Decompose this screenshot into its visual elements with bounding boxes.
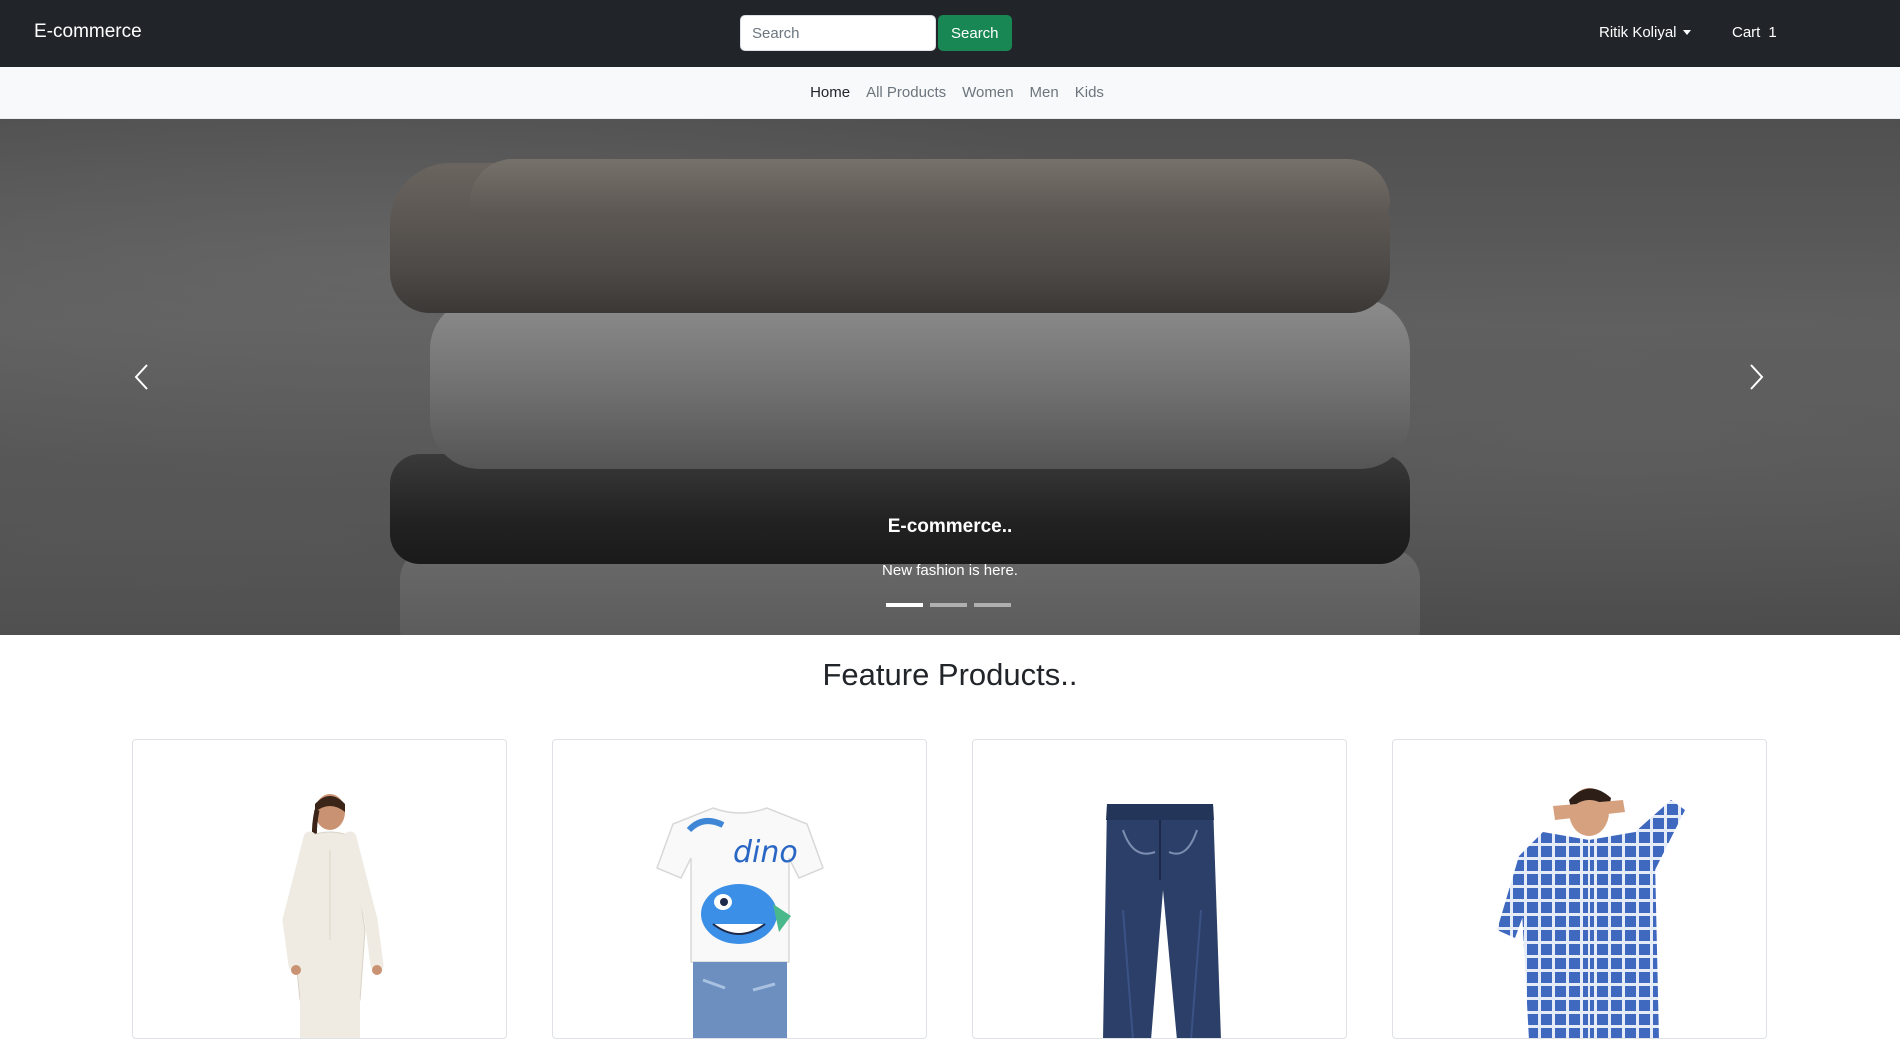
cart-label: Cart (1732, 24, 1761, 41)
cart-count: 1 (1768, 24, 1777, 41)
carousel-indicator-3[interactable] (974, 603, 1011, 607)
chevron-left-icon (134, 364, 148, 390)
folded-jeans (390, 454, 1410, 564)
carousel-next-button[interactable] (1736, 357, 1776, 397)
folded-sweater-fold (470, 159, 1390, 219)
search-input[interactable] (740, 15, 936, 51)
product-image-shirt (1497, 788, 1685, 1038)
nav-kids[interactable]: Kids (1075, 84, 1104, 101)
nav-men[interactable]: Men (1030, 84, 1059, 101)
folded-sweater-middle (430, 299, 1410, 469)
cart-link[interactable]: Cart 1 (1732, 24, 1777, 41)
caret-down-icon (1682, 30, 1691, 35)
nav-home[interactable]: Home (810, 84, 850, 101)
product-card-jeans[interactable] (972, 739, 1347, 1039)
product-card-shirt[interactable] (1392, 739, 1767, 1039)
product-card-kurta[interactable] (132, 739, 507, 1039)
carousel-indicator-2[interactable] (930, 603, 967, 607)
carousel-prev-button[interactable] (122, 357, 162, 397)
brand-logo[interactable]: E-commerce (34, 21, 142, 43)
product-image-kurta (282, 794, 384, 1038)
product-image-jeans (1103, 804, 1221, 1038)
category-nav: Home All Products Women Men Kids (0, 67, 1900, 119)
chevron-right-icon (1750, 364, 1764, 390)
feature-products-heading: Feature Products.. (822, 657, 1078, 692)
svg-text:dino: dino (733, 835, 798, 870)
carousel-caption-text: New fashion is here. (882, 562, 1018, 579)
carousel-indicators (886, 603, 1011, 607)
search-form: Search (740, 15, 1012, 51)
product-card-kids-set[interactable]: dino (552, 739, 927, 1039)
carousel-indicator-1[interactable] (886, 603, 923, 607)
product-image-kids-set: dino (656, 807, 824, 1038)
nav-all-products[interactable]: All Products (866, 84, 946, 101)
nav-women[interactable]: Women (962, 84, 1013, 101)
carousel-caption-title: E-commerce.. (887, 516, 1013, 537)
hero-carousel: E-commerce.. New fashion is here. (0, 119, 1900, 635)
search-button[interactable]: Search (938, 15, 1012, 51)
user-dropdown[interactable]: Ritik Koliyal (1599, 24, 1691, 41)
top-navbar: E-commerce Search Ritik Koliyal Cart 1 (0, 0, 1900, 67)
user-name: Ritik Koliyal (1599, 24, 1677, 41)
